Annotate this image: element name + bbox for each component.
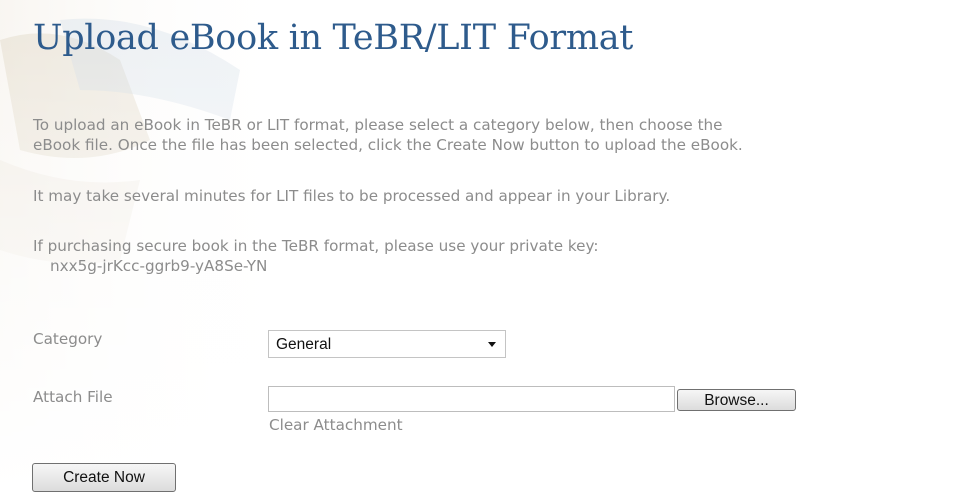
- file-path-input[interactable]: [268, 386, 675, 412]
- create-now-button[interactable]: Create Now: [32, 463, 176, 492]
- category-select[interactable]: General: [268, 330, 506, 358]
- processing-note: It may take several minutes for LIT file…: [33, 187, 671, 205]
- private-key-value: nxx5g-jrKcc-ggrb9-yA8Se-YN: [50, 257, 268, 275]
- intro-line-2: eBook file. Once the file has been selec…: [33, 136, 743, 154]
- clear-attachment-link[interactable]: Clear Attachment: [269, 416, 403, 434]
- category-label: Category: [33, 330, 103, 348]
- page-title: Upload eBook in TeBR/LIT Format: [33, 18, 634, 58]
- category-selected-value: General: [276, 336, 332, 353]
- intro-line-1: To upload an eBook in TeBR or LIT format…: [33, 116, 723, 134]
- chevron-down-icon: [488, 342, 496, 347]
- private-key-intro: If purchasing secure book in the TeBR fo…: [33, 237, 599, 255]
- intro-text: To upload an eBook in TeBR or LIT format…: [33, 115, 743, 155]
- browse-button[interactable]: Browse...: [677, 389, 796, 411]
- attach-file-label: Attach File: [33, 388, 113, 406]
